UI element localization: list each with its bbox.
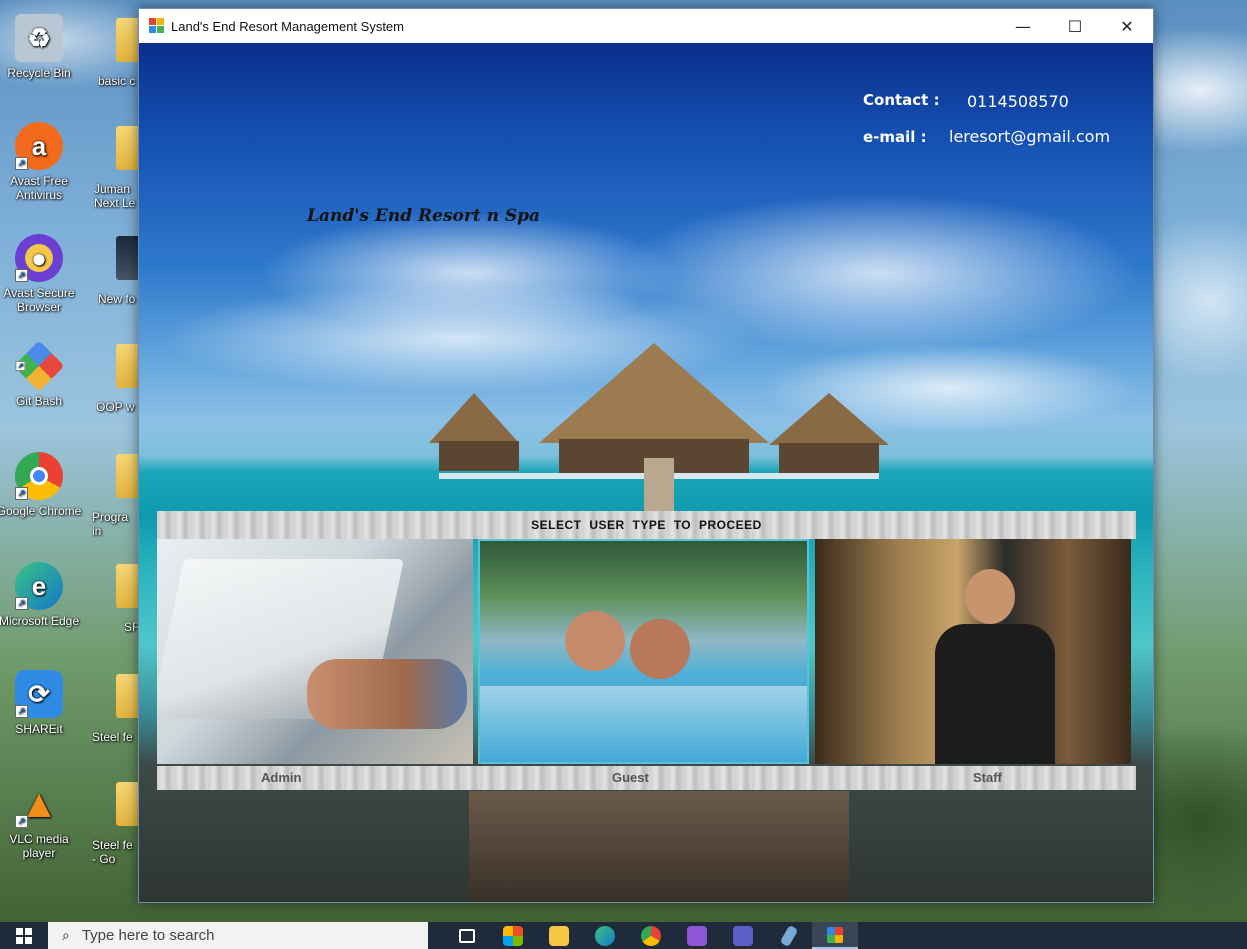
user-type-prompt-bar: SELECT USER TYPE TO PROCEED xyxy=(157,511,1136,539)
desktop-icon-shareit[interactable]: ⟳ ↗ SHAREit xyxy=(0,670,82,736)
search-icon: ⌕ xyxy=(62,927,70,943)
file-explorer-icon[interactable] xyxy=(536,922,582,949)
bartender-body xyxy=(935,624,1055,764)
edge-icon[interactable] xyxy=(582,922,628,949)
maximize-button[interactable]: ☐ xyxy=(1049,9,1101,43)
guest-person-image xyxy=(565,611,625,671)
vlc-icon: ▲ ↗ xyxy=(15,780,63,828)
desktop-icon-label: Git Bash xyxy=(15,394,63,408)
hut-roof xyxy=(769,393,889,445)
desktop-icon-label: Microsoft Edge xyxy=(0,614,80,628)
git-bash-icon: ↗ xyxy=(13,340,65,392)
folder-label: Juman Next Le xyxy=(94,182,136,210)
resort-brand-title: Land's End Resort n Spa xyxy=(307,206,541,226)
user-type-tiles xyxy=(157,539,1136,764)
store-icon[interactable] xyxy=(490,922,536,949)
email-value: leresort@gmail.com xyxy=(949,127,1111,146)
pen-tool-icon[interactable] xyxy=(766,922,812,949)
app-icon xyxy=(149,18,165,34)
resort-background: Contact : 0114508570 e-mail : leresort@g… xyxy=(139,43,1153,902)
hut-body xyxy=(439,441,519,471)
shareit-icon: ⟳ ↗ xyxy=(15,670,63,718)
desktop-icon-edge[interactable]: e ↗ Microsoft Edge xyxy=(0,562,82,628)
window-controls: — ☐ ✕ xyxy=(997,9,1153,43)
user-type-prompt: SELECT USER TYPE TO PROCEED xyxy=(531,518,762,532)
admin-label[interactable]: Admin xyxy=(261,770,301,785)
desktop-icon-recycle-bin[interactable]: ♻ Recycle Bin xyxy=(0,14,82,80)
pool-edge xyxy=(480,686,807,762)
staff-label[interactable]: Staff xyxy=(973,770,1002,785)
desktop-icon-label: Avast Free Antivirus xyxy=(10,174,68,202)
title-bar[interactable]: Land's End Resort Management System — ☐ … xyxy=(139,9,1153,43)
guest-person-image xyxy=(630,619,690,679)
contact-label: Contact : xyxy=(863,91,940,109)
desktop-icon-avast[interactable]: a ↗ Avast Free Antivirus xyxy=(0,122,82,202)
desktop-icon-label: VLC media player xyxy=(9,832,69,860)
hut-body xyxy=(779,443,879,477)
avast-icon: a ↗ xyxy=(15,122,63,170)
teams-icon[interactable] xyxy=(720,922,766,949)
hands-image xyxy=(307,659,467,729)
recycle-bin-icon: ♻ xyxy=(15,14,63,62)
desktop-icon-label: Recycle Bin xyxy=(7,66,71,80)
folder-label: Progra in xyxy=(92,510,129,538)
avast-browser-icon: ● ↗ xyxy=(15,234,63,282)
user-type-label-bar: Admin Guest Staff xyxy=(157,766,1136,790)
taskbar: ⌕ Type here to search xyxy=(0,922,1247,949)
desktop-icon-git-bash[interactable]: ↗ Git Bash xyxy=(0,340,82,408)
desktop-icon-chrome[interactable]: ↗ Google Chrome xyxy=(0,452,82,518)
taskbar-icons xyxy=(444,922,858,949)
desktop-icon-avast-browser[interactable]: ● ↗ Avast Secure Browser xyxy=(0,234,82,314)
chrome-icon: ↗ xyxy=(15,452,63,500)
taskbar-search[interactable]: ⌕ Type here to search xyxy=(48,922,428,949)
minimize-button[interactable]: — xyxy=(997,9,1049,43)
hut-roof xyxy=(429,393,519,443)
close-button[interactable]: ✕ xyxy=(1101,9,1153,43)
search-placeholder: Type here to search xyxy=(81,927,215,944)
staff-tile[interactable] xyxy=(815,539,1131,764)
guest-tile[interactable] xyxy=(478,539,809,764)
guest-label[interactable]: Guest xyxy=(612,770,649,785)
start-button[interactable] xyxy=(0,922,48,949)
task-view-icon[interactable] xyxy=(444,922,490,949)
desktop-icon-vlc[interactable]: ▲ ↗ VLC media player xyxy=(0,780,82,860)
chrome-icon[interactable] xyxy=(628,922,674,949)
hut-roof xyxy=(539,343,769,443)
boardwalk-foreground xyxy=(469,791,849,902)
resort-app-icon[interactable] xyxy=(812,922,858,949)
boardwalk xyxy=(644,458,674,512)
contact-value: 0114508570 xyxy=(967,92,1069,111)
edge-icon: e ↗ xyxy=(15,562,63,610)
bartender-image xyxy=(965,569,1015,624)
folder-label: Steel fe - Go xyxy=(92,838,133,866)
email-label: e-mail : xyxy=(863,128,927,146)
desktop-icons: ♻ Recycle Bin a ↗ Avast Free Antivirus ● ↗… xyxy=(0,0,160,910)
desktop-icon-label: Google Chrome xyxy=(0,504,82,518)
visual-studio-icon[interactable] xyxy=(674,922,720,949)
windows-icon xyxy=(16,927,32,944)
admin-tile[interactable] xyxy=(157,539,473,764)
desktop-icon-label: Avast Secure Browser xyxy=(3,286,75,314)
desktop-icon-label: SHAREit xyxy=(15,722,63,736)
app-window: Land's End Resort Management System — ☐ … xyxy=(138,8,1154,903)
window-title: Land's End Resort Management System xyxy=(171,18,404,34)
